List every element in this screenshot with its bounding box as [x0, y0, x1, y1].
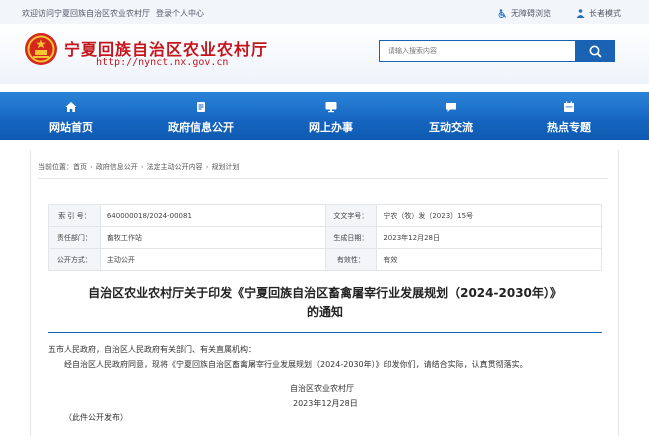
nav-item-online-service[interactable]: 网上办事 [286, 92, 376, 140]
breadcrumb-link[interactable]: 首页 [73, 163, 87, 171]
document-addressee: 五市人民政府，自治区人民政府有关部门、有关直属机构： [48, 345, 256, 354]
document-paragraph: 经自治区人民政府同意，现将《宁夏回族自治区畜禽屠宰行业发展规划（2024-203… [64, 360, 528, 369]
meta-value: 2023年12月28日 [376, 226, 602, 249]
welcome-text: 欢迎访问宁夏回族自治区农业农村厅 登录个人中心 [22, 8, 210, 19]
title-divider [48, 332, 602, 333]
nav-item-interaction[interactable]: 互动交流 [406, 92, 496, 140]
meta-key: 生成日期： [324, 226, 378, 249]
site-url: http://nynct.nx.gov.cn [96, 57, 229, 68]
elder-mode-button[interactable]: 长者模式 [575, 8, 621, 19]
meta-value: 640000018/2024-00081 [99, 204, 326, 227]
document-title: 自治区农业农村厅关于印发《宁夏回族自治区畜禽屠宰行业发展规划（2024-2030… [38, 284, 612, 322]
welcome-message: 欢迎访问宁夏回族自治区农业农村厅 [22, 9, 150, 18]
meta-key: 公开方式： [48, 248, 101, 271]
elder-mode-label: 长者模式 [589, 9, 621, 18]
meta-key: 有效性： [324, 248, 378, 271]
meta-key: 责任部门： [48, 226, 101, 249]
breadcrumb-separator: › [90, 163, 93, 171]
nav-item-home[interactable]: 网站首页 [26, 92, 116, 140]
site-header: 宁夏回族自治区农业农村厅 http://nynct.nx.gov.cn [0, 24, 649, 84]
meta-value: 畜牧工作站 [99, 226, 326, 249]
top-bar: 欢迎访问宁夏回族自治区农业农村厅 登录个人中心 无障碍浏览 长者模式 [0, 0, 649, 24]
breadcrumb-prefix: 当前位置： [38, 163, 73, 171]
chat-icon [446, 103, 456, 112]
meta-value: 有效 [376, 248, 602, 271]
table-row: 公开方式： 主动公开 有效性： 有效 [48, 248, 602, 271]
meta-value: 宁农（牧）发〔2023〕15号 [376, 204, 602, 227]
document-meta-table: 索 引 号： 640000018/2024-00081 文文字号： 宁农（牧）发… [48, 204, 602, 271]
table-row: 责任部门： 畜牧工作站 生成日期： 2023年12月28日 [48, 226, 602, 249]
national-emblem-icon [25, 33, 57, 65]
publication-note: （此件公开发布） [64, 413, 128, 422]
search-icon [589, 45, 602, 58]
meta-key: 文文字号： [324, 204, 378, 227]
home-icon [65, 102, 77, 112]
main-nav: 网站首页 政府信息公开 网上办事 互动交流 热点专题 [0, 92, 649, 140]
breadcrumb-link[interactable]: 政府信息公开 [96, 163, 138, 171]
nav-label: 热点专题 [547, 121, 591, 134]
signature-org: 自治区农业农村厅 [290, 384, 354, 393]
signature-date: 2023年12月28日 [293, 399, 358, 408]
nav-item-gov-info[interactable]: 政府信息公开 [156, 92, 246, 140]
barrier-free-button[interactable]: 无障碍浏览 [497, 8, 551, 19]
breadcrumb: 当前位置：首页 › 政府信息公开 › 法定主动公开内容 › 规划计划 [38, 162, 239, 172]
document-title-line: 的通知 [306, 305, 343, 319]
personal-center-link[interactable]: 登录个人中心 [156, 9, 204, 18]
breadcrumb-link[interactable]: 规划计划 [211, 163, 239, 171]
meta-key: 索 引 号： [48, 204, 101, 227]
calendar-icon [564, 101, 574, 112]
person-icon [576, 9, 585, 18]
nav-item-hot-topics[interactable]: 热点专题 [524, 92, 614, 140]
document-icon [197, 102, 205, 112]
barrier-free-label: 无障碍浏览 [511, 9, 551, 18]
search-button[interactable] [575, 40, 615, 62]
breadcrumb-separator: › [205, 163, 209, 171]
nav-label: 政府信息公开 [168, 121, 234, 134]
nav-label: 网上办事 [309, 121, 353, 134]
table-row: 索 引 号： 640000018/2024-00081 文文字号： 宁农（牧）发… [48, 204, 602, 227]
monitor-icon [325, 102, 337, 113]
document-title-line: 自治区农业农村厅关于印发《宁夏回族自治区畜禽屠宰行业发展规划（2024-2030… [88, 286, 562, 300]
breadcrumb-separator: › [140, 163, 144, 171]
breadcrumb-divider [38, 178, 608, 179]
meta-value: 主动公开 [99, 248, 326, 271]
nav-label: 互动交流 [429, 121, 473, 134]
breadcrumb-link[interactable]: 法定主动公开内容 [147, 163, 203, 171]
wheelchair-icon [498, 9, 507, 18]
search-input[interactable] [379, 40, 575, 62]
nav-label: 网站首页 [49, 121, 93, 134]
